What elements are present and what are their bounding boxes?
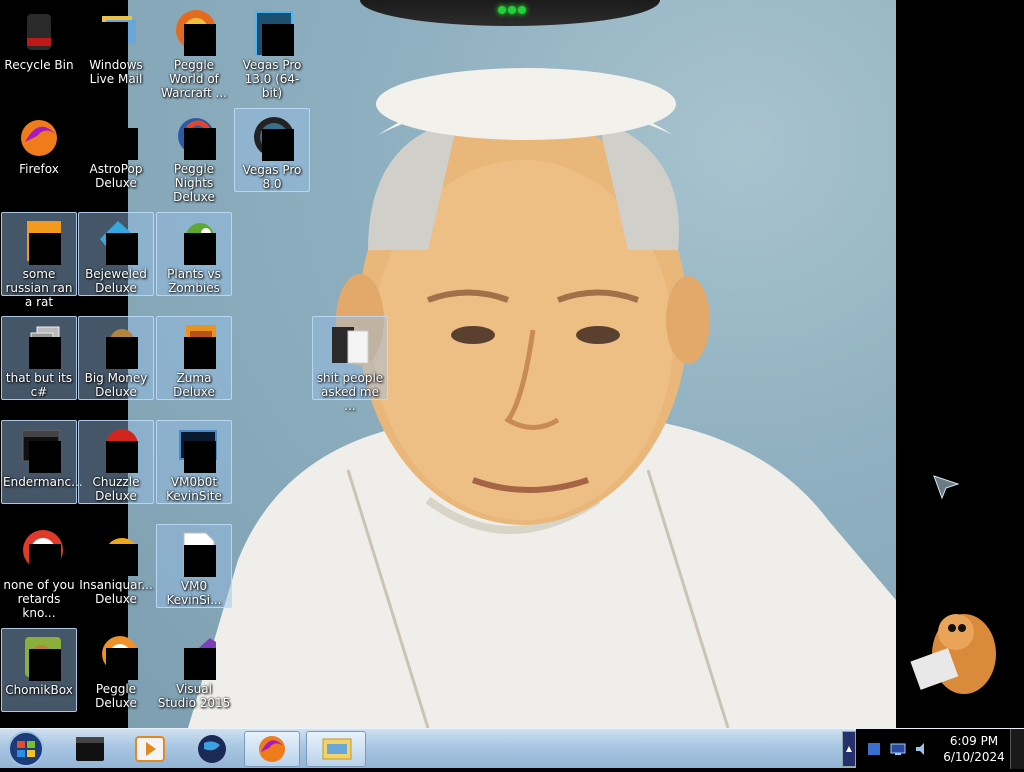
zuma-icon <box>170 321 218 369</box>
shortcut-icon <box>15 321 63 369</box>
volume-icon[interactable] <box>914 741 930 761</box>
desktop-icon-vegas-pro-8[interactable]: Vegas Pro 8.0 <box>234 108 310 192</box>
file-icon: e <box>15 217 63 265</box>
desktop[interactable]: Recycle Bin Windows Live Mail Peggle Wor… <box>0 0 1024 728</box>
icon-label: Insaniquar... Deluxe <box>79 578 153 606</box>
recycle-bin-icon <box>15 8 63 56</box>
icon-label: Visual Studio 2015 <box>157 682 231 710</box>
icon-label: Peggle Nights Deluxe <box>173 162 215 204</box>
globe-icon <box>198 735 226 763</box>
icon-label: shit people asked me ... <box>316 371 384 413</box>
peggle-nights-icon <box>170 112 218 160</box>
icon-label: Windows Live Mail <box>89 58 143 86</box>
chuzzle-icon <box>92 425 140 473</box>
media-player-icon <box>135 736 165 762</box>
icon-label: none of you retards kno... <box>3 578 75 620</box>
mail-icon <box>92 8 140 56</box>
bejeweled-icon <box>92 217 140 265</box>
taskbar: 6:09 PM 6/10/2024 <box>0 728 1024 769</box>
window-icon <box>15 425 63 473</box>
status-led <box>518 6 526 14</box>
desktop-icon-visual-studio[interactable]: Visual Studio 2015 <box>156 628 232 712</box>
icon-label: VM0 KevinSi... <box>166 579 222 607</box>
desktop-icon-that-but-its-csharp[interactable]: that but its c# <box>1 316 77 400</box>
clock-time: 6:09 PM <box>949 734 999 748</box>
clock-date: 6/10/2024 <box>943 750 1005 764</box>
vegas-pro-8-icon <box>248 113 296 161</box>
taskbar-app-media-player[interactable] <box>122 731 178 767</box>
taskbar-app-firefox[interactable] <box>244 731 300 767</box>
desktop-icon-vegas-pro-13[interactable]: Vegas Pro 13.0 (64-bit) <box>234 4 310 100</box>
peggle-icon <box>92 632 140 680</box>
icon-label: AstroPop Deluxe <box>89 162 143 190</box>
icon-label: Firefox <box>19 162 59 176</box>
icon-label: Bejeweled Deluxe <box>85 267 147 295</box>
icon-label: Vegas Pro 8.0 <box>242 163 302 191</box>
desktop-icon-windows-live-mail[interactable]: Windows Live Mail <box>78 4 154 88</box>
insaniquarium-icon <box>92 528 140 576</box>
status-led <box>508 6 516 14</box>
desktop-icon-chuzzle[interactable]: Chuzzle Deluxe <box>78 420 154 504</box>
taskbar-app-globe[interactable] <box>184 731 240 767</box>
desktop-icon-bejeweled[interactable]: Bejeweled Deluxe <box>78 212 154 296</box>
desktop-icon-chomikbox[interactable]: ChomikBox <box>1 628 77 712</box>
black-box-icon <box>76 737 104 761</box>
tray-app-icon[interactable] <box>866 741 882 761</box>
desktop-icon-peggle-wow[interactable]: Peggle World of Warcraft ... <box>156 4 232 100</box>
big-money-icon <box>92 321 140 369</box>
desktop-icon-firefox[interactable]: Firefox <box>1 108 77 192</box>
document-icon <box>170 529 218 577</box>
icon-label: VM0b0t KevinSite <box>166 475 222 503</box>
desktop-icon-vm0b0t-kevinsite[interactable]: VM0b0t KevinSite <box>156 420 232 504</box>
icon-label: Peggle World of Warcraft ... <box>161 58 227 100</box>
taskbar-app-black-box[interactable] <box>62 731 118 767</box>
icon-label: Zuma Deluxe <box>173 371 215 399</box>
astropop-icon: A <box>92 112 140 160</box>
desktop-icon-folder-shit-people-asked[interactable]: shit people asked me ... <box>312 316 388 413</box>
show-desktop-button[interactable] <box>1010 729 1024 769</box>
peggle-wow-icon <box>170 8 218 56</box>
taskbar-app-explorer[interactable] <box>306 731 366 767</box>
vegas-pro-icon <box>248 8 296 57</box>
icon-label: ChomikBox <box>5 683 73 697</box>
desktop-icon-recycle-bin[interactable]: Recycle Bin <box>1 4 77 88</box>
desktop-icon-endermanc[interactable]: Endermanc... <box>1 420 83 504</box>
firefox-icon <box>15 112 63 160</box>
icon-label: Endermanc... <box>3 475 83 489</box>
start-button[interactable] <box>2 730 50 768</box>
desktop-icon-plants-vs-zombies[interactable]: Plants vs Zombies <box>156 212 232 296</box>
firefox-icon <box>259 736 285 762</box>
app-icon <box>15 528 63 576</box>
icon-label: Vegas Pro 13.0 (64-bit) <box>242 58 302 100</box>
folder-icon <box>326 321 374 369</box>
taskbar-clock[interactable]: 6:09 PM 6/10/2024 <box>936 733 1012 765</box>
desktop-icon-vm0-kevinsite[interactable]: VM0 KevinSi... <box>156 524 232 608</box>
desktop-icon-astropop[interactable]: A AstroPop Deluxe <box>78 108 154 192</box>
show-hidden-icons-button[interactable] <box>842 731 856 767</box>
hamster-mascot <box>904 598 1004 708</box>
vm-icon <box>170 425 218 473</box>
chomikbox-icon <box>15 633 63 681</box>
desktop-icon-zuma[interactable]: Zuma Deluxe <box>156 316 232 400</box>
status-led <box>498 6 506 14</box>
icon-label: Recycle Bin <box>4 58 74 72</box>
icon-label: that but its c# <box>5 371 73 399</box>
desktop-icon-peggle-nights[interactable]: Peggle Nights Deluxe <box>156 108 232 204</box>
icon-label: some russian ran a rat <box>5 267 73 309</box>
desktop-icon-big-money[interactable]: Big Money Deluxe <box>78 316 154 400</box>
desktop-icon-peggle[interactable]: Peggle Deluxe <box>78 628 154 712</box>
icon-label: Peggle Deluxe <box>95 682 137 710</box>
desktop-icon-none-of-you[interactable]: none of you retards kno... <box>1 524 77 620</box>
desktop-icon-insaniquarium[interactable]: Insaniquar... Deluxe <box>78 524 154 608</box>
visual-studio-icon <box>170 632 218 680</box>
explorer-icon <box>322 738 352 760</box>
icon-label: Big Money Deluxe <box>84 371 148 399</box>
network-icon[interactable] <box>890 741 906 761</box>
icon-label: Chuzzle Deluxe <box>92 475 140 503</box>
icon-label: Plants vs Zombies <box>167 267 221 295</box>
desktop-icon-some-russian-ran-a-rat[interactable]: e some russian ran a rat <box>1 212 77 309</box>
plants-vs-zombies-icon <box>170 217 218 265</box>
mouse-cursor-icon <box>932 474 960 504</box>
